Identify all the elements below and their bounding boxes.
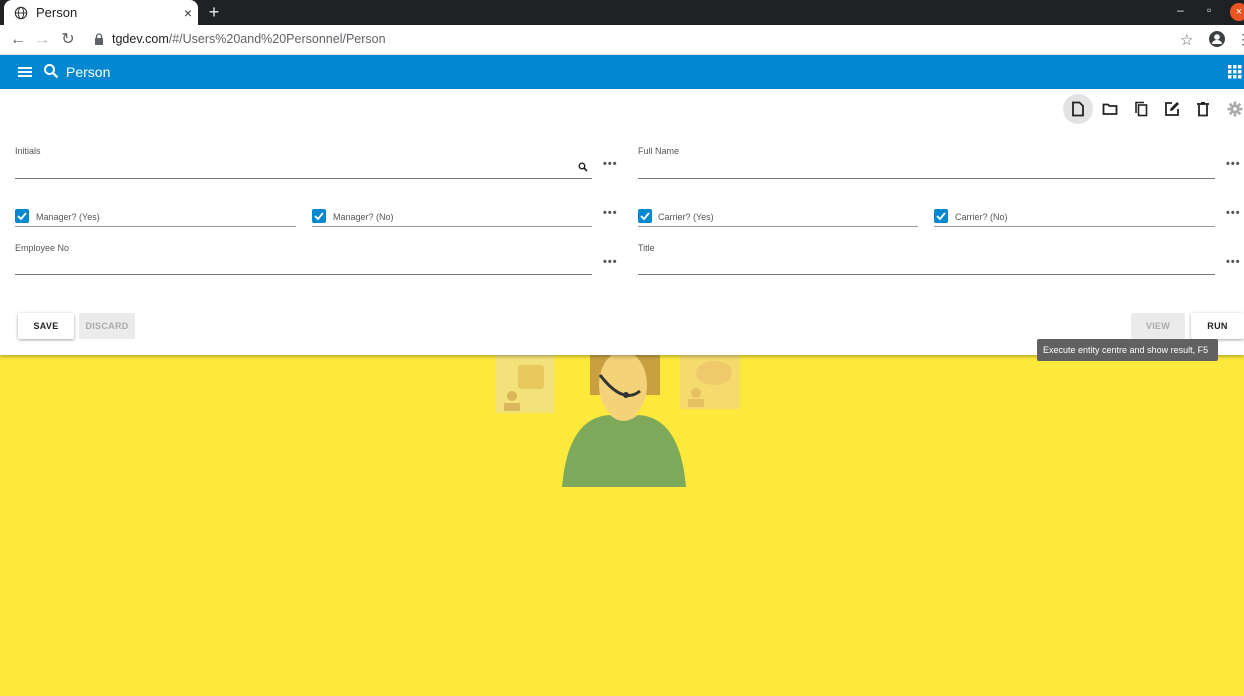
lock-icon [95, 33, 103, 45]
carrier-yes-checkbox[interactable] [638, 209, 652, 223]
profile-icon[interactable] [1208, 30, 1226, 48]
bookmark-star-icon[interactable]: ☆ [1180, 31, 1193, 49]
title-input[interactable] [638, 274, 1215, 275]
check-icon [640, 212, 650, 221]
new-button[interactable] [1063, 94, 1093, 124]
trash-icon [1197, 102, 1209, 117]
search-icon[interactable] [43, 63, 59, 79]
url-field[interactable]: tgdev.com/#/Users%20and%20Personnel/Pers… [94, 32, 386, 46]
support-agent-illustration [496, 355, 740, 487]
browser-tab[interactable]: Person × [4, 0, 198, 25]
check-icon [936, 212, 946, 221]
initials-input[interactable] [15, 178, 592, 179]
title-label: Title [638, 243, 655, 253]
manager-yes-checkbox[interactable] [15, 209, 29, 223]
new-file-icon [1072, 101, 1084, 117]
settings-button[interactable] [1220, 94, 1244, 124]
carrier-no-checkbox[interactable] [934, 209, 948, 223]
manager-yes-label: Manager? (Yes) [36, 212, 100, 222]
open-button[interactable] [1095, 94, 1125, 124]
page-title: Person [66, 64, 111, 80]
manager-yes-underline [15, 226, 296, 227]
carrier-more-button[interactable]: ••• [1226, 207, 1241, 219]
edit-icon [1165, 102, 1179, 116]
back-icon[interactable]: ← [8, 30, 28, 50]
carrier-yes-underline [638, 226, 918, 227]
entity-centre-panel: Initials ••• Full Name ••• Manager? (Yes… [0, 89, 1244, 355]
minimize-icon[interactable]: – [1177, 3, 1184, 17]
employee-no-input[interactable] [15, 274, 592, 275]
url-host: tgdev.com [112, 32, 169, 46]
copy-button[interactable] [1126, 94, 1156, 124]
menu-icon[interactable] [17, 64, 33, 80]
folder-icon [1102, 103, 1118, 115]
search-icon[interactable] [578, 162, 588, 172]
new-tab-button[interactable]: + [204, 2, 224, 22]
edit-button[interactable] [1157, 94, 1187, 124]
browser-tab-bar: Person × + – ▫ × [0, 0, 1244, 25]
gear-icon [1227, 101, 1243, 117]
employee-no-more-button[interactable]: ••• [603, 256, 618, 268]
url-path: /#/Users%20and%20Personnel/Person [168, 32, 386, 46]
copy-icon [1135, 101, 1148, 117]
tab-close-icon[interactable]: × [178, 5, 198, 21]
check-icon [314, 212, 324, 221]
carrier-no-underline [934, 226, 1215, 227]
carrier-yes-label: Carrier? (Yes) [658, 212, 714, 222]
app-bar: Person [0, 55, 1244, 89]
initials-more-button[interactable]: ••• [603, 158, 618, 170]
run-tooltip: Execute entity centre and show result, F… [1037, 339, 1218, 361]
full-name-label: Full Name [638, 146, 680, 156]
browser-menu-icon[interactable]: ⋮ [1236, 31, 1244, 48]
manager-no-underline [312, 226, 592, 227]
apps-grid-icon[interactable] [1228, 65, 1242, 79]
full-name-input[interactable] [638, 178, 1215, 179]
carrier-no-label: Carrier? (No) [955, 212, 1008, 222]
window-close-icon[interactable]: × [1230, 3, 1244, 21]
delete-button[interactable] [1188, 94, 1218, 124]
check-icon [17, 212, 27, 221]
employee-no-label: Employee No [15, 243, 70, 253]
tab-title: Person [36, 5, 78, 20]
forward-icon[interactable]: → [32, 30, 52, 50]
manager-no-label: Manager? (No) [333, 212, 394, 222]
discard-button[interactable]: DISCARD [79, 313, 135, 339]
address-bar: ← → ↻ tgdev.com/#/Users%20and%20Personne… [0, 25, 1244, 55]
title-more-button[interactable]: ••• [1226, 256, 1241, 268]
manager-more-button[interactable]: ••• [603, 207, 618, 219]
full-name-more-button[interactable]: ••• [1226, 158, 1241, 170]
view-button[interactable]: VIEW [1131, 313, 1185, 339]
initials-label: Initials [15, 146, 41, 156]
save-button[interactable]: SAVE [18, 313, 74, 339]
manager-no-checkbox[interactable] [312, 209, 326, 223]
restore-icon[interactable]: ▫ [1207, 3, 1211, 17]
run-button[interactable]: RUN [1191, 313, 1244, 339]
globe-icon [14, 6, 28, 19]
reload-icon[interactable]: ↻ [58, 30, 78, 50]
